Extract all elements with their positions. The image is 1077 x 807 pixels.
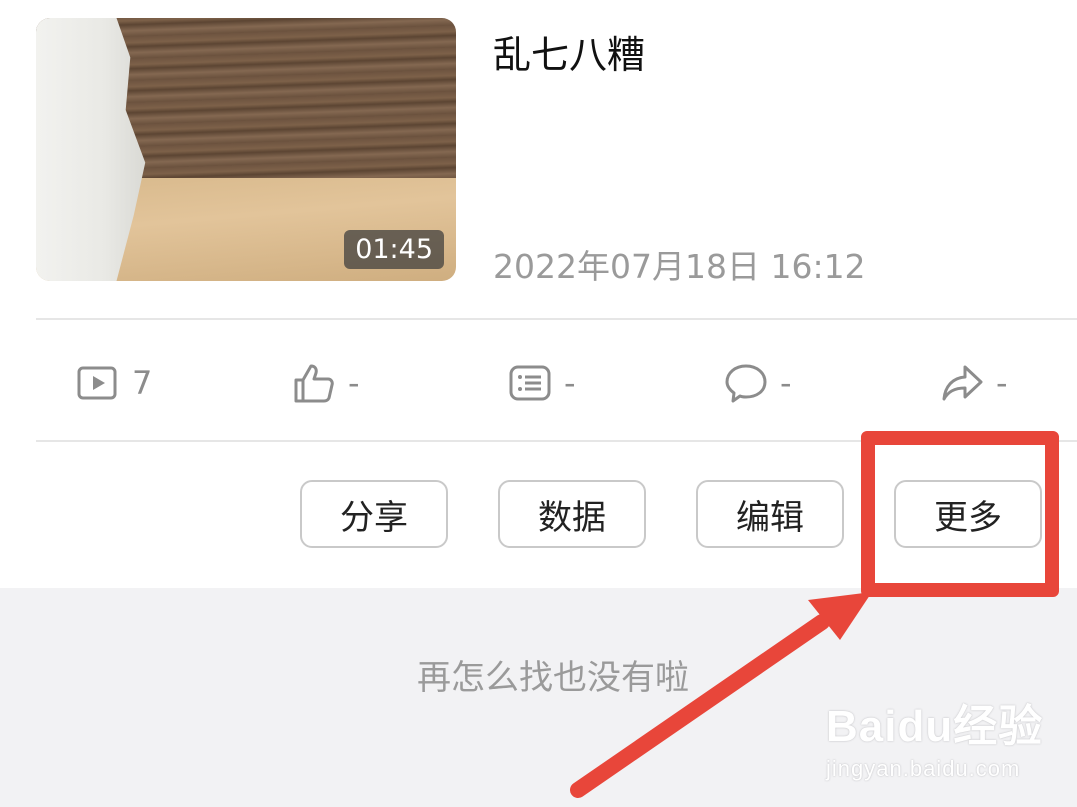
thumbs-up-icon bbox=[294, 364, 334, 402]
watermark: Baidu经验 jingyan.baidu.com bbox=[826, 690, 1043, 782]
data-button[interactable]: 数据 bbox=[498, 480, 646, 548]
video-duration-badge: 01:45 bbox=[344, 230, 444, 269]
stats-row: 7 - - - - bbox=[36, 355, 1077, 410]
edit-button[interactable]: 编辑 bbox=[696, 480, 844, 548]
video-thumbnail[interactable]: 01:45 bbox=[36, 18, 456, 281]
stat-danmaku: - bbox=[508, 355, 576, 410]
play-icon bbox=[77, 366, 117, 399]
video-title[interactable]: 乱七八糟 bbox=[493, 24, 645, 79]
share-icon bbox=[942, 365, 983, 400]
stat-comments-value: - bbox=[780, 363, 792, 402]
share-button[interactable]: 分享 bbox=[300, 480, 448, 548]
stat-danmaku-value: - bbox=[564, 363, 576, 402]
watermark-url: jingyan.baidu.com bbox=[826, 756, 1021, 781]
divider-top bbox=[36, 318, 1077, 320]
annotation-highlight-box bbox=[861, 431, 1059, 597]
stat-shares-value: - bbox=[996, 363, 1008, 402]
stat-plays-value: 7 bbox=[132, 363, 153, 402]
stat-shares: - bbox=[940, 355, 1008, 410]
list-icon bbox=[509, 365, 551, 400]
watermark-brand: Baidu经验 bbox=[826, 702, 1044, 751]
video-date: 2022年07月18日 16:12 bbox=[493, 247, 866, 286]
comment-icon bbox=[725, 364, 767, 402]
stat-likes: - bbox=[292, 355, 360, 410]
stat-comments: - bbox=[724, 355, 792, 410]
stat-plays: 7 bbox=[76, 355, 152, 410]
stat-likes-value: - bbox=[348, 363, 360, 402]
